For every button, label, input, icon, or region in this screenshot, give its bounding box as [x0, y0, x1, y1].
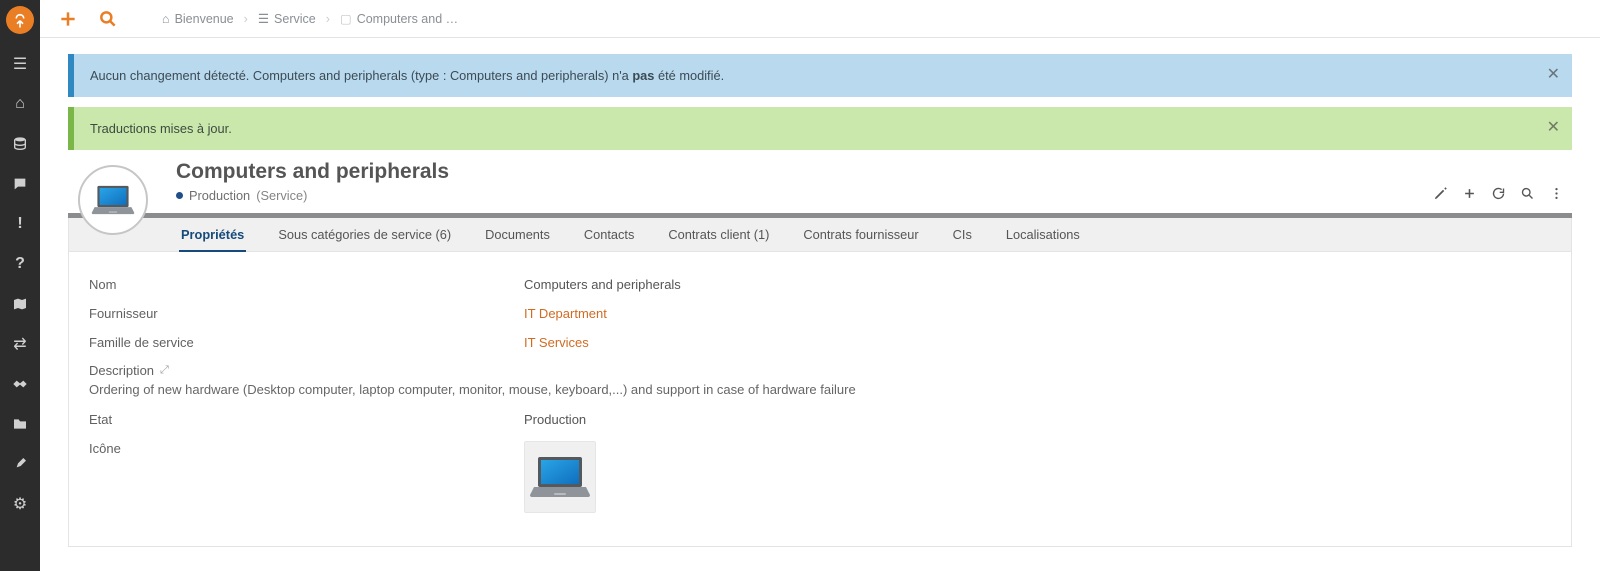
laptop-icon	[528, 453, 592, 501]
object-subtitle: Production (Service)	[176, 188, 1415, 203]
tab-documents[interactable]: Documents	[483, 219, 552, 250]
status-dot	[176, 192, 183, 199]
alert-icon[interactable]: !	[0, 204, 40, 244]
search-button[interactable]	[1520, 186, 1535, 201]
list-icon: ☰	[258, 11, 269, 26]
home-icon: ⌂	[162, 12, 170, 26]
left-sidebar: ☰ ⌂ ! ? ⇄ ⚙	[0, 0, 40, 571]
home-icon[interactable]: ⌂	[0, 84, 40, 124]
gear-icon[interactable]: ⚙	[0, 484, 40, 524]
value-family[interactable]: IT Services	[524, 335, 589, 350]
laptop-icon	[90, 183, 136, 217]
page-title: Computers and peripherals	[176, 160, 1415, 184]
menu-icon[interactable]: ☰	[0, 44, 40, 84]
breadcrumb-service[interactable]: ☰ Service	[258, 11, 316, 26]
database-icon[interactable]	[0, 124, 40, 164]
handshake-icon[interactable]	[0, 364, 40, 404]
app-logo[interactable]	[6, 6, 34, 34]
swap-icon[interactable]: ⇄	[0, 324, 40, 364]
add-button[interactable]	[52, 3, 84, 35]
tab-properties[interactable]: Propriétés	[179, 219, 246, 252]
breadcrumb: ⌂ Bienvenue › ☰ Service › ▢ Computers an…	[162, 11, 458, 26]
chevron-right-icon: ›	[326, 12, 330, 26]
tab-contacts[interactable]: Contacts	[582, 219, 637, 250]
tab-subcategories[interactable]: Sous catégories de service (6)	[276, 219, 453, 250]
tab-provider-contracts[interactable]: Contrats fournisseur	[801, 219, 920, 250]
tab-bar: Propriétés Sous catégories de service (6…	[68, 218, 1572, 252]
chevron-right-icon: ›	[244, 12, 248, 26]
tab-locations[interactable]: Localisations	[1004, 219, 1082, 250]
help-icon[interactable]: ?	[0, 244, 40, 284]
value-icon	[524, 441, 596, 513]
label-icon: Icône	[89, 441, 524, 456]
chat-icon[interactable]	[0, 164, 40, 204]
alert-info: Aucun changement détecté. Computers and …	[68, 54, 1572, 97]
label-provider: Fournisseur	[89, 306, 524, 321]
add-button[interactable]	[1462, 186, 1477, 201]
value-name: Computers and peripherals	[524, 277, 681, 292]
refresh-button[interactable]	[1491, 186, 1506, 201]
close-icon[interactable]: ✕	[1547, 117, 1560, 137]
value-provider[interactable]: IT Department	[524, 306, 607, 321]
label-state: Etat	[89, 412, 524, 427]
map-icon[interactable]	[0, 284, 40, 324]
tab-cis[interactable]: CIs	[951, 219, 974, 250]
breadcrumb-home[interactable]: ⌂ Bienvenue	[162, 12, 234, 26]
alert-text: Traductions mises à jour.	[90, 121, 232, 136]
tools-icon[interactable]	[0, 444, 40, 484]
search-button[interactable]	[92, 3, 124, 35]
close-icon[interactable]: ✕	[1547, 64, 1560, 84]
properties-panel: Nom Computers and peripherals Fournisseu…	[68, 252, 1572, 547]
alert-success: Traductions mises à jour. ✕	[68, 107, 1572, 150]
value-description: Ordering of new hardware (Desktop comput…	[89, 382, 1551, 397]
tab-customer-contracts[interactable]: Contrats client (1)	[666, 219, 771, 250]
more-button[interactable]	[1549, 186, 1564, 201]
folder-icon[interactable]	[0, 404, 40, 444]
object-actions	[1433, 186, 1564, 209]
service-icon: ▢	[340, 11, 352, 26]
value-state: Production	[524, 412, 586, 427]
topbar: ⌂ Bienvenue › ☰ Service › ▢ Computers an…	[40, 0, 1600, 38]
label-family: Famille de service	[89, 335, 524, 350]
alert-text: Aucun changement détecté. Computers and …	[90, 68, 724, 83]
object-icon	[78, 165, 148, 235]
breadcrumb-current[interactable]: ▢ Computers and …	[340, 11, 458, 26]
edit-button[interactable]	[1433, 186, 1448, 201]
label-name: Nom	[89, 277, 524, 292]
expand-icon[interactable]: ⤢	[160, 364, 169, 377]
label-description: Description ⤢	[89, 363, 1551, 378]
